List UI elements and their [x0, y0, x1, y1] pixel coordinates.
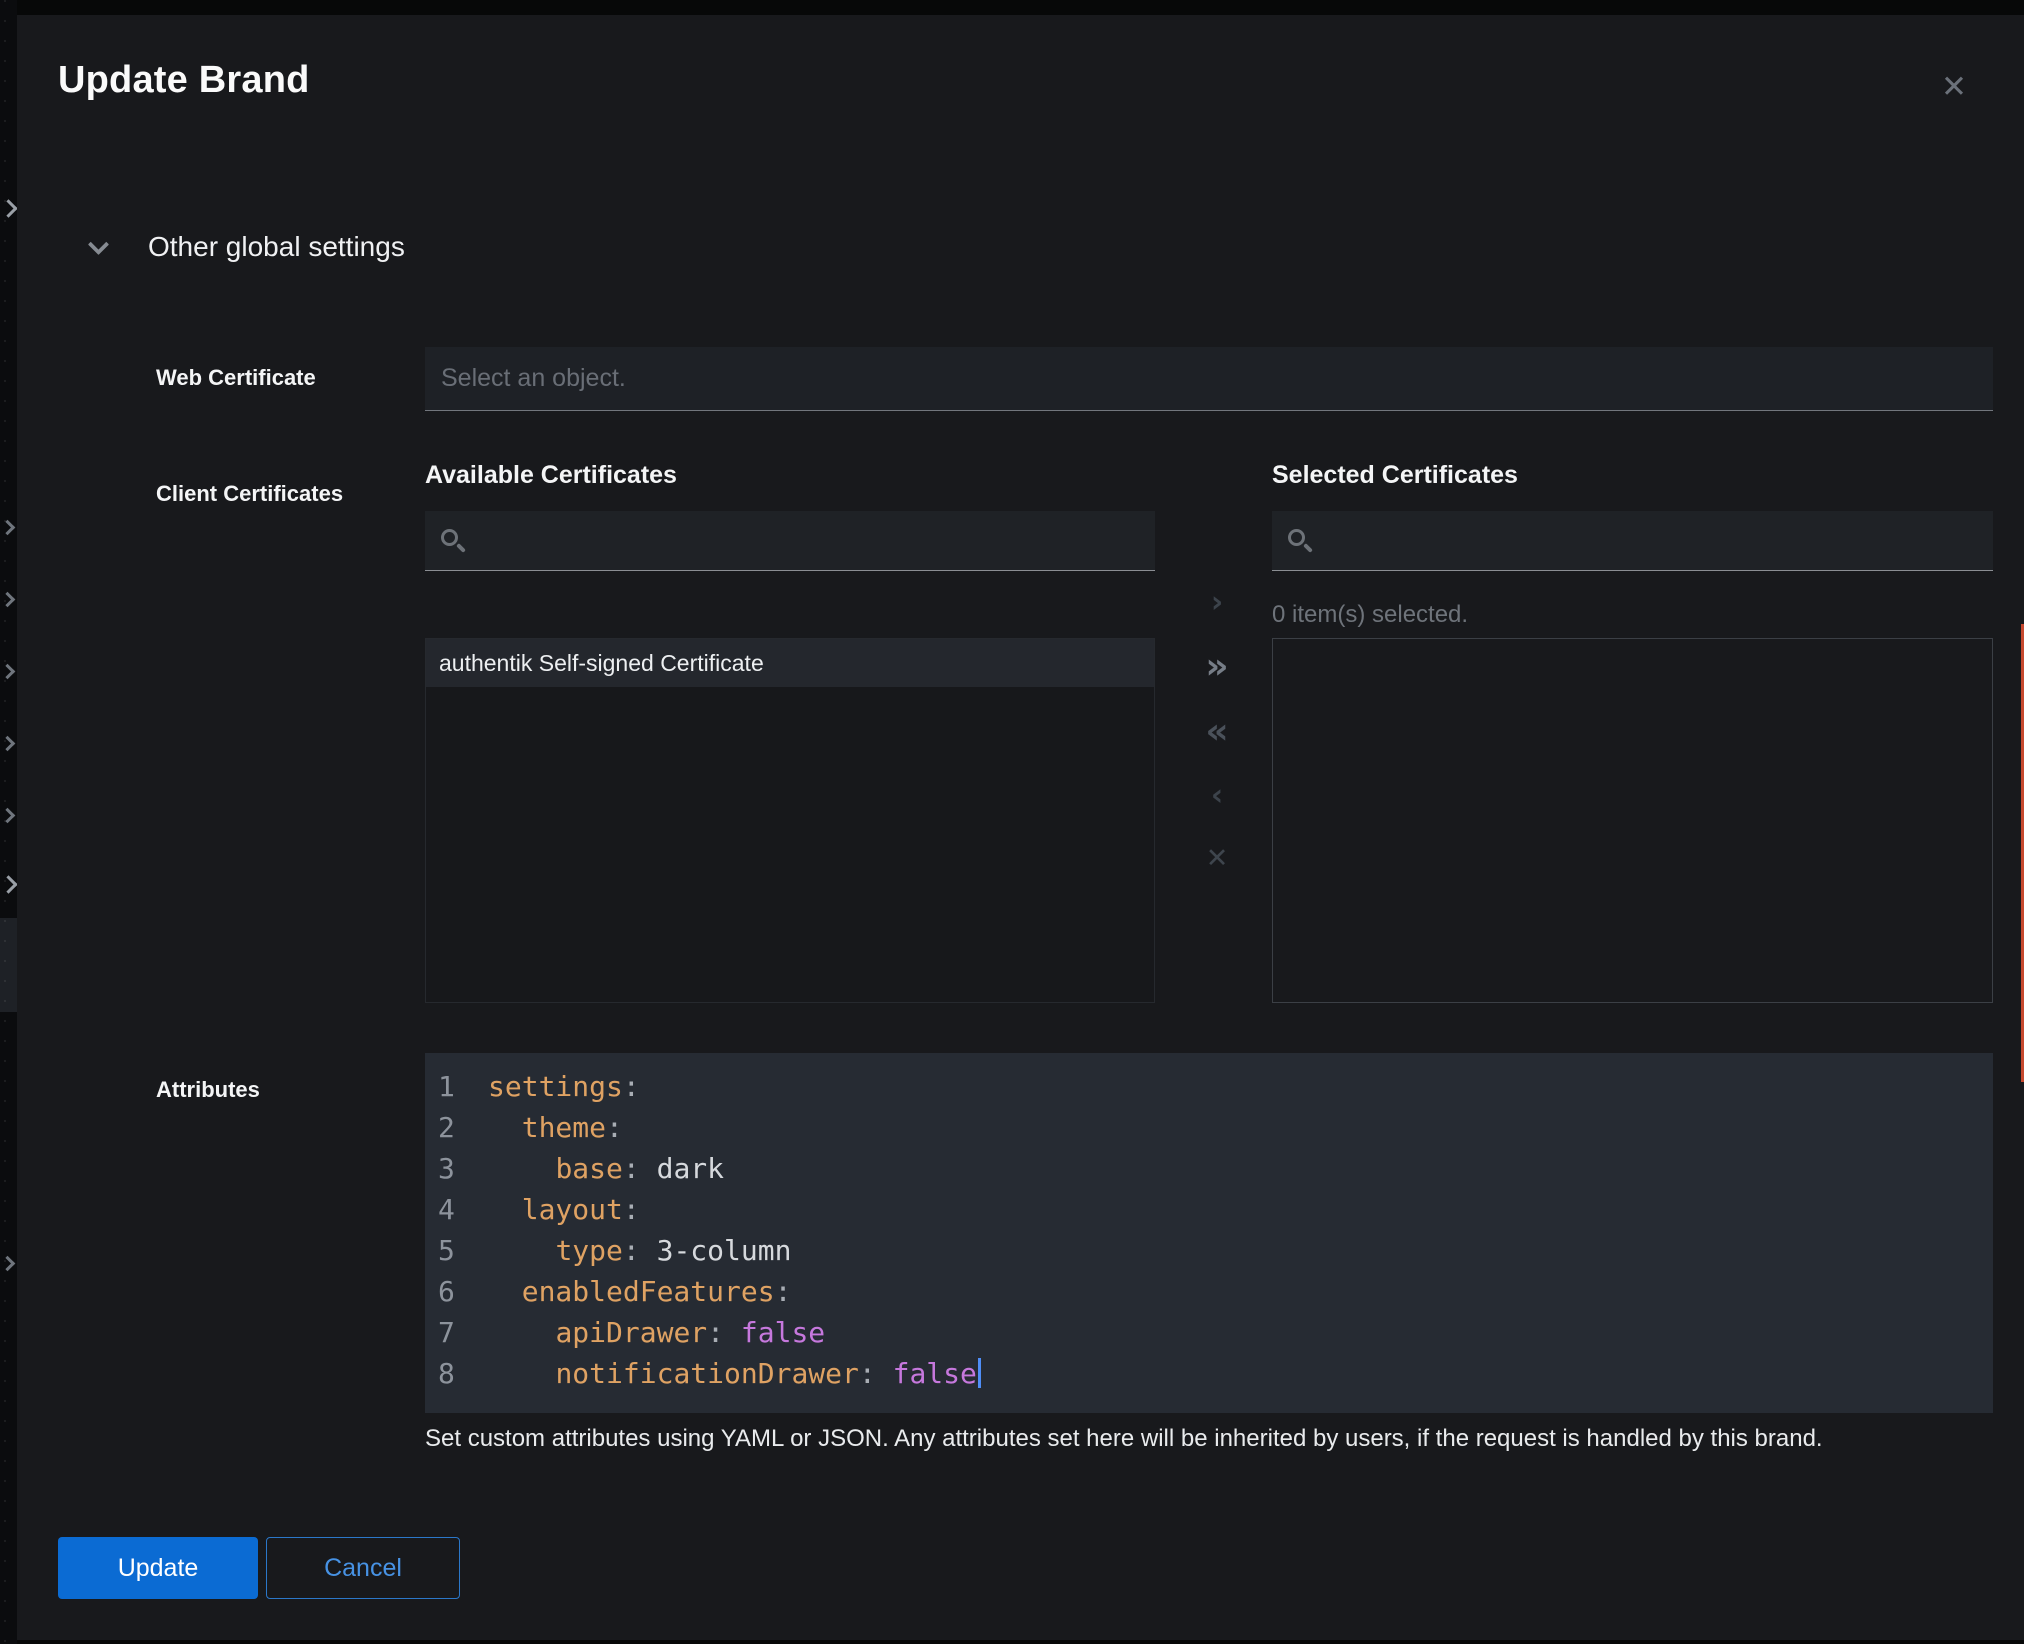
selected-certificates-search [1272, 511, 1993, 571]
code-line: 1settings: [425, 1066, 1993, 1107]
update-button[interactable]: Update [58, 1537, 258, 1599]
selected-certificates-search-input[interactable] [1324, 527, 1993, 555]
search-icon [1288, 529, 1312, 553]
screen: Update Brand ✕ Other global settings Web… [0, 0, 2024, 1644]
background-sidebar-sliver [0, 0, 17, 1644]
web-certificate-select-input[interactable] [425, 347, 1993, 411]
attributes-help-text: Set custom attributes using YAML or JSON… [425, 1425, 1995, 1453]
modal-title: Update Brand [58, 59, 310, 102]
client-certificates-label: Client Certificates [156, 481, 343, 507]
chevron-right-icon [0, 520, 15, 536]
selected-count-status: 0 item(s) selected. [1272, 601, 1468, 629]
cancel-button[interactable]: Cancel [266, 1537, 460, 1599]
code-line: 2 theme: [425, 1107, 1993, 1148]
code-line: 6 enabledFeatures: [425, 1271, 1993, 1312]
attributes-label: Attributes [156, 1077, 260, 1103]
code-line: 8 notificationDrawer: false [425, 1353, 1993, 1394]
add-all-icon[interactable]: » [1175, 647, 1259, 687]
selected-certificates-list[interactable] [1272, 638, 1993, 1003]
chevron-right-icon [0, 664, 15, 680]
section-toggle-other-global-settings[interactable]: Other global settings [91, 225, 405, 269]
available-certificates-search-input[interactable] [477, 527, 1155, 555]
close-icon[interactable]: ✕ [1932, 65, 1976, 109]
available-certificate-item[interactable]: authentik Self-signed Certificate [426, 639, 1154, 687]
clear-selection-icon[interactable]: ✕ [1175, 839, 1259, 879]
chevron-right-icon [0, 875, 17, 893]
chevron-right-icon [0, 199, 17, 217]
chevron-right-icon [0, 736, 15, 752]
add-selected-icon[interactable]: › [1175, 583, 1259, 623]
section-toggle-label: Other global settings [148, 231, 405, 263]
remove-selected-icon[interactable]: ‹ [1175, 776, 1259, 816]
selected-certificates-header: Selected Certificates [1272, 461, 1518, 490]
chevron-right-icon [0, 808, 15, 824]
chevron-right-icon [0, 592, 15, 608]
code-line: 4 layout: [425, 1189, 1993, 1230]
code-line: 3 base: dark [425, 1148, 1993, 1189]
update-brand-modal: Update Brand ✕ Other global settings Web… [17, 15, 2024, 1640]
chevron-down-icon [88, 233, 109, 254]
code-line: 5 type: 3-column [425, 1230, 1993, 1271]
remove-all-icon[interactable]: « [1175, 712, 1259, 752]
search-icon [441, 529, 465, 553]
text-cursor [978, 1358, 981, 1388]
chevron-right-icon [0, 1256, 15, 1272]
available-certificates-header: Available Certificates [425, 461, 677, 490]
attributes-code-editor[interactable]: 1settings:2 theme:3 base: dark4 layout:5… [425, 1053, 1993, 1413]
web-certificate-label: Web Certificate [156, 365, 316, 391]
code-line: 7 apiDrawer: false [425, 1312, 1993, 1353]
background-sidebar-active-row [0, 918, 17, 1012]
available-certificates-search [425, 511, 1155, 571]
available-certificates-list[interactable]: authentik Self-signed Certificate [425, 638, 1155, 1003]
